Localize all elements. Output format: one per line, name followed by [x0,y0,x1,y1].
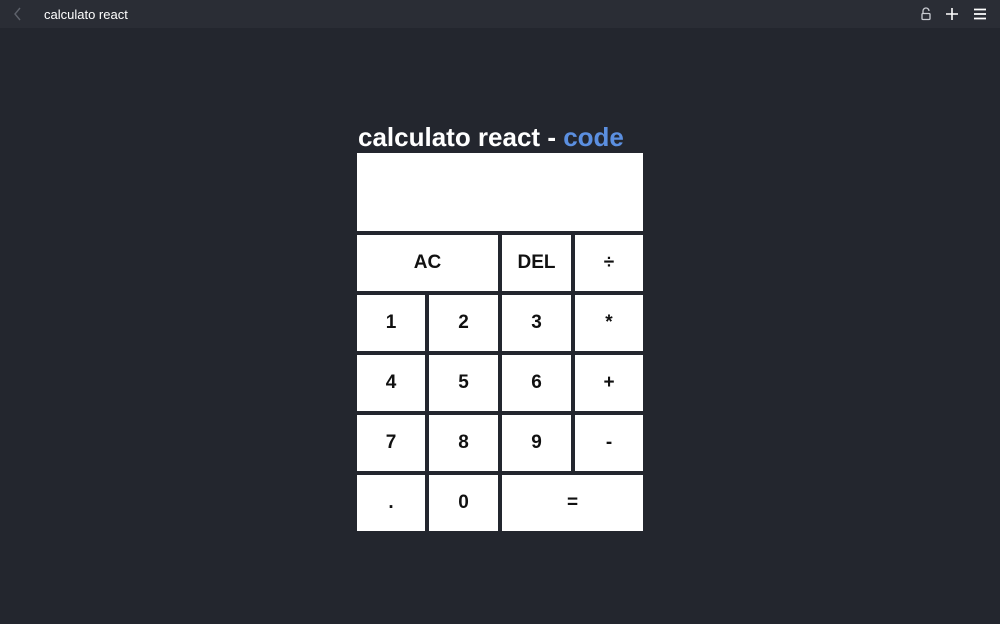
menu-button[interactable] [970,4,990,24]
top-bar: calculato react [0,0,1000,28]
digit-8-button[interactable]: 8 [429,415,498,471]
divide-button[interactable]: ÷ [575,235,643,291]
digit-7-button[interactable]: 7 [357,415,425,471]
plus-icon [946,8,958,20]
new-tab-button[interactable] [942,4,962,24]
digit-3-button[interactable]: 3 [502,295,571,351]
chevron-left-icon [14,7,21,21]
digit-2-button[interactable]: 2 [429,295,498,351]
lock-button[interactable] [916,4,936,24]
lock-icon [921,7,931,21]
digit-9-button[interactable]: 9 [502,415,571,471]
all-clear-button[interactable]: AC [357,235,498,291]
multiply-button[interactable]: * [575,295,643,351]
digit-4-button[interactable]: 4 [357,355,425,411]
code-link[interactable]: code [563,122,624,152]
calculator-heading: calculato react - code [358,121,624,153]
digit-1-button[interactable]: 1 [357,295,425,351]
plus-button[interactable]: + [575,355,643,411]
digit-6-button[interactable]: 6 [502,355,571,411]
delete-button[interactable]: DEL [502,235,571,291]
digit-5-button[interactable]: 5 [429,355,498,411]
decimal-button[interactable]: . [357,475,425,531]
calculator-heading-text: calculato react - [358,122,564,152]
digit-0-button[interactable]: 0 [429,475,498,531]
window-title: calculato react [44,7,128,22]
calculator-display [357,153,643,231]
hamburger-menu-icon [974,8,986,20]
minus-button[interactable]: - [575,415,643,471]
equals-button[interactable]: = [502,475,643,531]
back-button[interactable] [8,4,28,24]
